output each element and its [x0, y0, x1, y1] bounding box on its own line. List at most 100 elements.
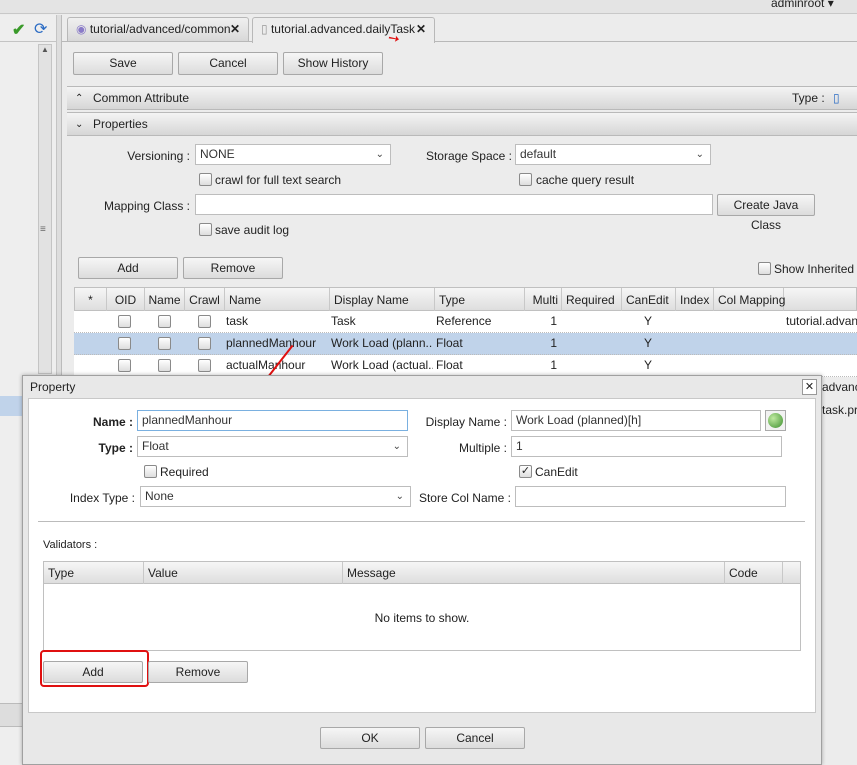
- col-message[interactable]: Message: [343, 562, 725, 584]
- cell-type: Float: [436, 358, 463, 372]
- audit-label: save audit log: [215, 223, 290, 237]
- row-checkbox[interactable]: [158, 315, 171, 328]
- col-value[interactable]: Value: [144, 562, 343, 584]
- cancel-button[interactable]: Cancel: [178, 52, 278, 75]
- user-menu[interactable]: adminroot ▾: [771, 0, 834, 10]
- col-oid[interactable]: OID: [107, 288, 145, 312]
- remove-validator-button[interactable]: Remove: [148, 661, 248, 683]
- top-bar: [0, 0, 857, 14]
- col-required[interactable]: Required: [562, 288, 622, 312]
- dialog-close-button[interactable]: ✕: [802, 379, 817, 395]
- required-label: Required: [160, 465, 209, 479]
- remove-property-button[interactable]: Remove: [183, 257, 283, 279]
- index-type-select[interactable]: None ⌄: [140, 486, 411, 507]
- row-checkbox[interactable]: [198, 337, 211, 350]
- canedit-label: CanEdit: [535, 465, 578, 479]
- close-icon[interactable]: ✕: [230, 18, 240, 40]
- col-type[interactable]: Type: [435, 288, 525, 312]
- row-checkbox[interactable]: [198, 359, 211, 372]
- create-java-class-button[interactable]: Create Java Class: [717, 194, 815, 232]
- col-code[interactable]: Code: [725, 562, 783, 584]
- add-property-button[interactable]: Add: [78, 257, 178, 279]
- canedit-checkbox[interactable]: ✓: [519, 465, 532, 478]
- table-row[interactable]: task Task Reference 1 Ytutorial.advanc: [74, 311, 857, 333]
- check-icon[interactable]: ✔: [12, 20, 25, 40]
- multiple-input[interactable]: 1: [511, 436, 782, 457]
- versioning-select[interactable]: NONE ⌄: [195, 144, 391, 165]
- mapping-label: Mapping Class :: [103, 199, 190, 213]
- row-checkbox[interactable]: [118, 337, 131, 350]
- tab-label: tutorial/advanced/common: [89, 22, 231, 36]
- cell-type: Reference: [436, 314, 492, 328]
- multiple-label: Multiple :: [458, 441, 507, 455]
- col-name-flag[interactable]: Name: [145, 288, 185, 312]
- dialog-title: Property: [30, 380, 76, 394]
- store-col-label: Store Col Name :: [418, 491, 511, 505]
- cell-mapping: tutorial.advanc: [786, 314, 857, 328]
- hidden-row-text: advanc: [822, 380, 857, 394]
- row-checkbox[interactable]: [158, 359, 171, 372]
- crawl-label: crawl for full text search: [215, 173, 342, 187]
- chevron-up-icon: ⌃: [75, 93, 84, 104]
- cell-display-name: Work Load (plann...: [331, 336, 433, 350]
- cell-canedit: Y: [643, 336, 652, 350]
- left-bottom-bar: [0, 703, 22, 727]
- col-star[interactable]: *: [75, 288, 107, 312]
- speech-bubble-icon: ◉: [76, 22, 87, 36]
- col-type[interactable]: Type: [44, 562, 144, 584]
- ok-button[interactable]: OK: [320, 727, 420, 749]
- row-checkbox[interactable]: [118, 315, 131, 328]
- cancel-dialog-button[interactable]: Cancel: [425, 727, 525, 749]
- show-inherited-label: Show Inherited P: [774, 262, 857, 276]
- validators-grid: Type Value Message Code No items to show…: [43, 561, 801, 651]
- col-crawl[interactable]: Crawl: [185, 288, 225, 312]
- database-icon: ▯: [261, 22, 268, 36]
- validators-header: Type Value Message Code: [44, 562, 800, 584]
- row-checkbox[interactable]: [198, 315, 211, 328]
- col-canedit[interactable]: CanEdit: [622, 288, 676, 312]
- panel-title: Properties: [93, 117, 148, 131]
- close-icon[interactable]: ✕: [416, 18, 426, 40]
- row-checkbox[interactable]: [118, 359, 131, 372]
- left-scrollbar[interactable]: ▲: [38, 44, 52, 374]
- col-display-name[interactable]: Display Name: [330, 288, 435, 312]
- storage-select[interactable]: default ⌄: [515, 144, 711, 165]
- cell-canedit: Y: [643, 314, 652, 328]
- col-index[interactable]: Index: [676, 288, 714, 312]
- required-checkbox[interactable]: [144, 465, 157, 478]
- type-select[interactable]: Float ⌄: [137, 436, 408, 457]
- display-name-label: Display Name :: [425, 415, 507, 429]
- name-label: Name :: [92, 415, 133, 429]
- col-mapping[interactable]: Col Mapping: [714, 288, 785, 312]
- refresh-icon[interactable]: ⟳: [34, 19, 47, 39]
- properties-header[interactable]: ⌄ Properties: [67, 112, 857, 136]
- save-button[interactable]: Save: [73, 52, 173, 75]
- common-attribute-header[interactable]: ⌃ Common Attribute Type : ▯: [67, 86, 857, 110]
- display-name-input[interactable]: Work Load (planned)[h]: [511, 410, 761, 431]
- left-selected-item[interactable]: [0, 396, 22, 416]
- table-row[interactable]: actualManhour Work Load (actual... Float 1 Y: [74, 355, 857, 377]
- store-col-input[interactable]: [515, 486, 786, 507]
- hidden-row-text: task.pro: [822, 403, 857, 417]
- col-multi[interactable]: Multi: [525, 288, 562, 312]
- globe-icon[interactable]: [765, 410, 786, 431]
- row-checkbox[interactable]: [158, 337, 171, 350]
- left-toolbar: [0, 17, 56, 42]
- cell-name: task: [226, 314, 249, 328]
- index-type-label: Index Type :: [69, 491, 135, 505]
- mapping-input[interactable]: [195, 194, 713, 215]
- resize-handle-icon[interactable]: ≡: [40, 224, 46, 235]
- col-name[interactable]: Name: [225, 288, 330, 312]
- show-inherited-checkbox[interactable]: [758, 262, 771, 275]
- cache-checkbox[interactable]: [519, 173, 532, 186]
- tab-common[interactable]: ◉ tutorial/advanced/common ✕: [67, 17, 249, 42]
- tab-dailytask[interactable]: ▯ tutorial.advanced.dailyTask ✕: [252, 17, 435, 43]
- audit-checkbox[interactable]: [199, 223, 212, 236]
- cell-display-name: Work Load (actual...: [331, 358, 433, 372]
- panel-title: Common Attribute: [93, 91, 190, 105]
- crawl-checkbox[interactable]: [199, 173, 212, 186]
- table-row[interactable]: plannedManhour Work Load (plann... Float 1 Y: [74, 333, 857, 355]
- name-input[interactable]: plannedManhour: [137, 410, 408, 431]
- show-history-button[interactable]: Show History: [283, 52, 383, 75]
- highlight-box: [40, 650, 149, 687]
